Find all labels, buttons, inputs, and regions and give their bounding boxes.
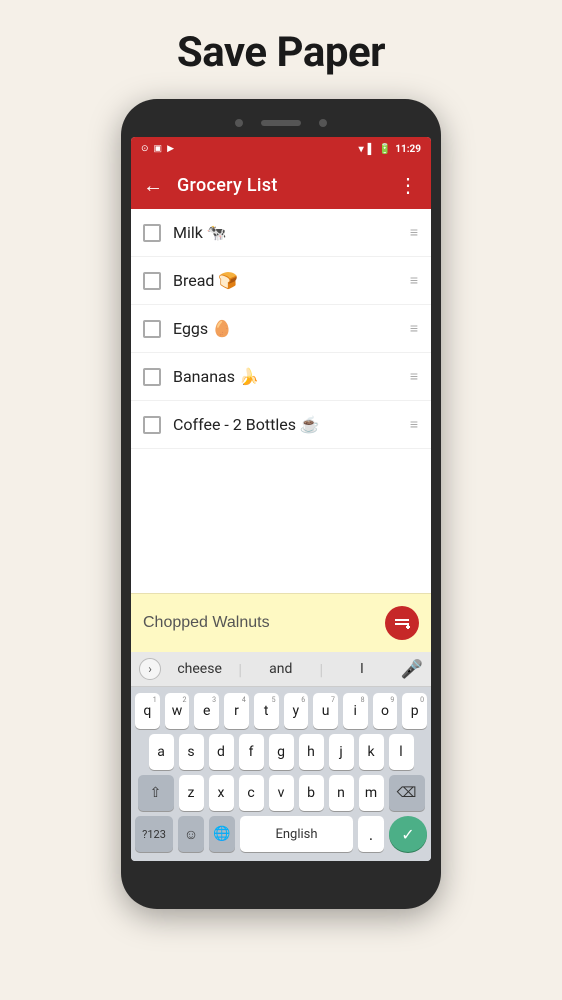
key-v[interactable]: v — [269, 775, 294, 811]
wifi-icon: ▾ — [359, 144, 364, 155]
status-circle-icon: ⊙ — [141, 144, 149, 154]
more-menu-button[interactable]: ⋮ — [398, 173, 419, 197]
suggestion-divider-1: | — [238, 660, 242, 679]
suggestion-divider-2: | — [319, 660, 323, 679]
key-t[interactable]: 5t — [254, 693, 279, 729]
key-u[interactable]: 7u — [313, 693, 338, 729]
keyboard-row-3: ⇧ z x c v b n m ⌫ — [135, 775, 427, 811]
key-x[interactable]: x — [209, 775, 234, 811]
suggestions-bar: › cheese | and | I 🎤 — [131, 652, 431, 687]
key-j[interactable]: j — [329, 734, 354, 770]
globe-key[interactable]: 🌐 — [209, 816, 235, 852]
grocery-item-2: Bread 🍞 ≡ — [131, 257, 431, 305]
page-heading: Save Paper — [177, 28, 385, 77]
phone-screen: ⊙ ▣ ▶ ▾ ▌ 🔋 11:29 ← Grocery List ⋮ Milk … — [131, 137, 431, 861]
input-row — [131, 593, 431, 652]
key-y[interactable]: 6y — [284, 693, 309, 729]
front-camera — [235, 119, 243, 127]
status-right-icons: ▾ ▌ 🔋 11:29 — [359, 144, 421, 155]
grocery-text-4: Bananas 🍌 — [173, 367, 410, 386]
grocery-text-2: Bread 🍞 — [173, 271, 410, 290]
key-p[interactable]: 0p — [402, 693, 427, 729]
phone-frame: ⊙ ▣ ▶ ▾ ▌ 🔋 11:29 ← Grocery List ⋮ Milk … — [121, 99, 441, 909]
drag-handle-2[interactable]: ≡ — [410, 272, 419, 289]
grocery-text-5: Coffee - 2 Bottles ☕ — [173, 415, 410, 434]
drag-handle-3[interactable]: ≡ — [410, 320, 419, 337]
suggestion-word-1[interactable]: cheese — [167, 659, 232, 679]
key-e[interactable]: 3e — [194, 693, 219, 729]
battery-icon: 🔋 — [379, 144, 391, 155]
drag-handle-5[interactable]: ≡ — [410, 416, 419, 433]
key-b[interactable]: b — [299, 775, 324, 811]
key-a[interactable]: a — [149, 734, 174, 770]
keyboard: 1q 2w 3e 4r 5t 6y 7u 8i 9o 0p a s d f g … — [131, 687, 431, 861]
phone-sensor — [319, 119, 327, 127]
key-c[interactable]: c — [239, 775, 264, 811]
grocery-text-1: Milk 🐄 — [173, 223, 410, 242]
backspace-key[interactable]: ⌫ — [389, 775, 425, 811]
emoji-key[interactable]: ☺ — [178, 816, 204, 852]
key-m[interactable]: m — [359, 775, 384, 811]
key-n[interactable]: n — [329, 775, 354, 811]
status-sim-icon: ▣ — [154, 144, 163, 154]
status-time: 11:29 — [395, 144, 421, 155]
key-r[interactable]: 4r — [224, 693, 249, 729]
key-s[interactable]: s — [179, 734, 204, 770]
drag-handle-1[interactable]: ≡ — [410, 224, 419, 241]
key-l[interactable]: l — [389, 734, 414, 770]
grocery-checkbox-4[interactable] — [143, 368, 161, 386]
drag-handle-4[interactable]: ≡ — [410, 368, 419, 385]
back-button[interactable]: ← — [143, 173, 163, 198]
grocery-item-3: Eggs 🥚 ≡ — [131, 305, 431, 353]
keyboard-row-1: 1q 2w 3e 4r 5t 6y 7u 8i 9o 0p — [135, 693, 427, 729]
item-input[interactable] — [143, 614, 385, 632]
suggestion-word-3[interactable]: I — [329, 659, 394, 679]
status-play-icon: ▶ — [167, 144, 174, 154]
add-item-button[interactable] — [385, 606, 419, 640]
grocery-checkbox-3[interactable] — [143, 320, 161, 338]
keyboard-row-4: ?123 ☺ 🌐 English . ✓ — [135, 816, 427, 852]
phone-speaker — [261, 120, 301, 126]
grocery-checkbox-1[interactable] — [143, 224, 161, 242]
key-g[interactable]: g — [269, 734, 294, 770]
shift-key[interactable]: ⇧ — [138, 775, 174, 811]
suggestion-word-2[interactable]: and — [248, 659, 313, 679]
grocery-checkbox-2[interactable] — [143, 272, 161, 290]
key-h[interactable]: h — [299, 734, 324, 770]
key-w[interactable]: 2w — [165, 693, 190, 729]
period-key[interactable]: . — [358, 816, 384, 852]
grocery-text-3: Eggs 🥚 — [173, 319, 410, 338]
key-o[interactable]: 9o — [373, 693, 398, 729]
key-d[interactable]: d — [209, 734, 234, 770]
phone-top-bar — [131, 113, 431, 137]
key-k[interactable]: k — [359, 734, 384, 770]
enter-key[interactable]: ✓ — [389, 816, 427, 852]
microphone-icon[interactable]: 🎤 — [401, 659, 423, 680]
keyboard-row-2: a s d f g h j k l — [135, 734, 427, 770]
suggestion-expand-button[interactable]: › — [139, 658, 161, 680]
grocery-checkbox-5[interactable] — [143, 416, 161, 434]
app-bar: ← Grocery List ⋮ — [131, 161, 431, 209]
grocery-item-4: Bananas 🍌 ≡ — [131, 353, 431, 401]
status-bar: ⊙ ▣ ▶ ▾ ▌ 🔋 11:29 — [131, 137, 431, 161]
grocery-list: Milk 🐄 ≡ Bread 🍞 ≡ Eggs 🥚 ≡ Bananas 🍌 ≡ … — [131, 209, 431, 593]
key-f[interactable]: f — [239, 734, 264, 770]
key-z[interactable]: z — [179, 775, 204, 811]
key-q[interactable]: 1q — [135, 693, 160, 729]
app-bar-title: Grocery List — [177, 175, 398, 196]
signal-icon: ▌ — [368, 144, 375, 155]
status-left-icons: ⊙ ▣ ▶ — [141, 144, 174, 154]
key-i[interactable]: 8i — [343, 693, 368, 729]
grocery-item-1: Milk 🐄 ≡ — [131, 209, 431, 257]
grocery-item-5: Coffee - 2 Bottles ☕ ≡ — [131, 401, 431, 449]
spacebar[interactable]: English — [240, 816, 353, 852]
symbols-key[interactable]: ?123 — [135, 816, 173, 852]
